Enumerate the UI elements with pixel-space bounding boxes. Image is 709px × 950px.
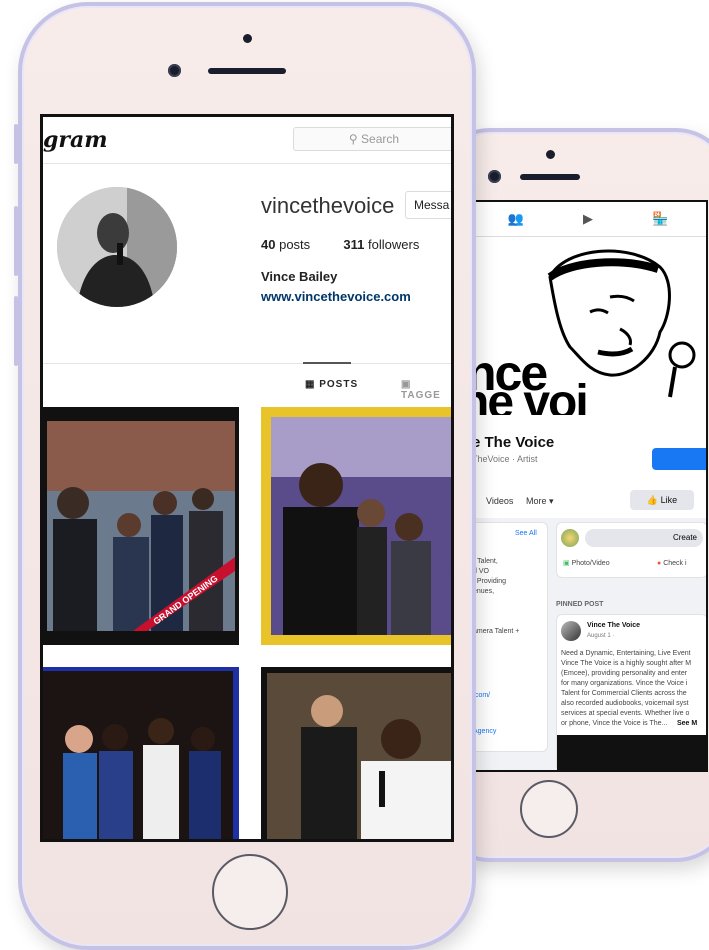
- profile-divider: [43, 363, 451, 364]
- post-text-line-5: Talent for Commercial Clients across the: [561, 690, 687, 697]
- fb-page-name: e The Voice: [472, 434, 555, 451]
- see-all-link[interactable]: See All: [515, 529, 537, 539]
- marketplace-icon[interactable]: 🏪: [652, 211, 668, 227]
- like-button[interactable]: 👍 Like: [630, 490, 694, 510]
- fb-primary-button[interactable]: [652, 448, 706, 470]
- fb-cover-photo: nce he voi: [470, 237, 706, 415]
- pinned-post-card: Vince The Voice August 1 · Need a Dynami…: [556, 614, 706, 770]
- cover-word-2: he voi: [470, 376, 589, 416]
- instagram-screen: gram ⚲ Search vincethevoice Messa 40 pos…: [40, 114, 454, 842]
- post-tile-4[interactable]: [261, 667, 451, 839]
- post-text-line-4: for many organizations. Vince the Voice …: [561, 680, 688, 687]
- tab-videos[interactable]: Videos: [486, 496, 513, 506]
- friends-icon[interactable]: 👥: [508, 211, 524, 227]
- tab-tagged-label: TAGGE: [401, 390, 441, 401]
- profile-username: vincethevoice: [261, 193, 395, 218]
- post-text-line-1: Need a Dynamic, Entertaining, Live Event: [561, 650, 691, 657]
- post-tile-1[interactable]: GRAND OPENING: [43, 407, 239, 645]
- photo-video-button[interactable]: ▣ Photo/Video: [563, 559, 610, 569]
- post-author-name[interactable]: Vince The Voice: [587, 621, 640, 631]
- followers-count[interactable]: 311: [343, 237, 364, 252]
- profile-stats: 40 posts 311 followers: [261, 237, 419, 252]
- profile-avatar[interactable]: [57, 187, 177, 307]
- photo-video-label: Photo/Video: [571, 560, 610, 567]
- fb-nav-bar: 👥 ▶ 🏪: [470, 202, 706, 237]
- fb-page-category: TheVoice · Artist: [472, 454, 538, 464]
- front-camera: [488, 170, 501, 183]
- tab-tagged[interactable]: ▣ TAGGE: [401, 379, 451, 401]
- speaker-grille: [520, 174, 580, 180]
- profile-full-name: Vince Bailey: [261, 269, 338, 284]
- intro-line-4: enues,: [473, 588, 495, 595]
- intro-panel: See All r Talent, d VO , Providing enues…: [470, 522, 548, 752]
- check-in-button[interactable]: ● Check i: [657, 559, 687, 569]
- like-label: Like: [660, 495, 678, 505]
- post-text-line-7: services at special events. Whether live…: [561, 710, 690, 717]
- profile-photo: [57, 187, 177, 307]
- post-text-line-6: also recorded audiobooks, voicemail syst: [561, 700, 689, 707]
- volume-down-button: [14, 296, 18, 366]
- see-more-link[interactable]: See M: [677, 719, 697, 729]
- followers-label[interactable]: followers: [368, 237, 419, 252]
- post-photo-boxing: [43, 671, 233, 839]
- tag-icon: ▣: [401, 379, 412, 390]
- intro-line-1: r Talent,: [473, 558, 498, 565]
- front-sensor: [243, 34, 252, 43]
- front-sensor: [546, 150, 555, 159]
- post-photo-emcee: [267, 673, 451, 839]
- post-tile-2[interactable]: [261, 407, 451, 645]
- search-icon: ⚲: [348, 132, 358, 146]
- home-button[interactable]: [520, 780, 578, 838]
- front-camera: [168, 64, 181, 77]
- posts-label: posts: [279, 237, 311, 252]
- pinned-post-label: PINNED POST: [556, 601, 604, 608]
- mute-switch: [14, 124, 18, 164]
- post-photo-gala: [271, 417, 451, 635]
- create-label: Create: [672, 533, 697, 542]
- create-post-button[interactable]: Create: [585, 529, 703, 547]
- post-image-preview[interactable]: [557, 735, 706, 770]
- post-text-line-8: or phone, Vince the Voice is The...: [561, 720, 668, 727]
- search-input[interactable]: ⚲ Search: [293, 127, 451, 151]
- post-photo-grand-opening: [47, 421, 235, 631]
- profile-website-link[interactable]: www.vincethevoice.com: [261, 289, 411, 304]
- page-avatar: [561, 529, 579, 547]
- post-author-avatar: [561, 621, 581, 641]
- intro-line-7: amera Talent +: [473, 628, 520, 635]
- grid-icon: ▦: [305, 379, 316, 390]
- volume-up-button: [14, 206, 18, 276]
- intro-agency-link[interactable]: Agency: [473, 727, 496, 737]
- thumbs-up-icon: 👍: [646, 495, 659, 505]
- instagram-logo[interactable]: gram: [43, 127, 108, 153]
- facebook-screen: 👥 ▶ 🏪 nce he voi e The Voice TheVoice · …: [468, 200, 708, 772]
- message-button[interactable]: Messa: [405, 191, 451, 219]
- tab-posts[interactable]: ▦ POSTS: [305, 379, 358, 390]
- check-in-label: Check i: [663, 560, 687, 567]
- watch-icon[interactable]: ▶: [583, 211, 593, 227]
- photo-icon: ▣: [563, 560, 570, 567]
- create-post-panel: Create ▣ Photo/Video ● Check i: [556, 522, 706, 578]
- active-tab-indicator: [303, 362, 351, 364]
- speaker-grille: [208, 68, 286, 74]
- post-tile-3[interactable]: [43, 667, 239, 839]
- tab-more[interactable]: More ▾: [526, 496, 554, 507]
- search-placeholder: Search: [361, 132, 400, 146]
- home-button[interactable]: [212, 854, 288, 930]
- posts-count: 40: [261, 237, 276, 252]
- post-text-line-3: (Emcee), providing personality and enter: [561, 670, 688, 677]
- location-pin-icon: ●: [657, 560, 662, 567]
- tab-posts-label: POSTS: [319, 379, 359, 390]
- ig-top-bar: gram ⚲ Search: [43, 117, 451, 164]
- post-date: August 1 ·: [587, 633, 615, 639]
- intro-line-3: , Providing: [473, 578, 507, 585]
- post-text-line-2: Vince The Voice is a highly sought after…: [561, 660, 692, 667]
